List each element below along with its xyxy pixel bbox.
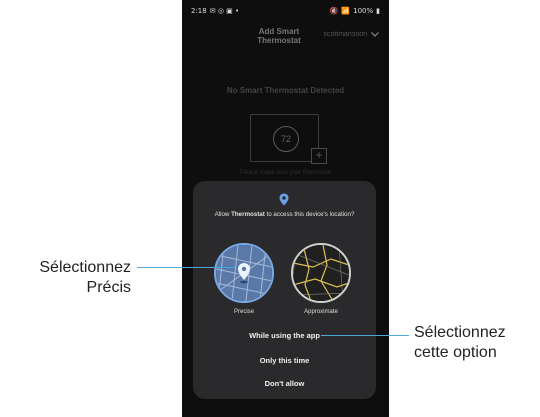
location-permission-dialog: Allow Thermostat to access this device's… <box>193 181 376 399</box>
annotation-precise: Sélectionnez Précis <box>39 259 131 296</box>
only-this-time-button[interactable]: Only this time <box>193 356 376 365</box>
annotation-while-using-line <box>321 335 409 336</box>
chevron-down-icon <box>371 32 379 37</box>
thermostat-illustration: 72 <box>250 114 319 162</box>
thermostat-dial: 72 <box>273 126 299 152</box>
annotation-precise-line <box>137 267 237 268</box>
page-title: Add Smart Thermostat <box>257 27 301 45</box>
phone-screen: 2:18 ✉ ◎ ▣ • 🔇 📶 100% ▮ Add Smart Thermo… <box>182 0 389 417</box>
account-name: scottmansoori <box>323 31 367 38</box>
approximate-map-icon <box>293 245 349 301</box>
battery-icon: ▮ <box>376 7 380 15</box>
notification-icons: ✉ ◎ ▣ • <box>209 7 240 15</box>
mute-icon: 🔇 <box>329 7 339 15</box>
status-bar: 2:18 ✉ ◎ ▣ • 🔇 📶 100% ▮ <box>182 0 389 22</box>
battery-level: 100% <box>353 7 374 15</box>
account-selector[interactable]: scottmansoori <box>323 31 379 38</box>
empty-state-hint: Please make sure your thermostat <box>239 170 332 176</box>
signal-icon: 📶 <box>341 7 351 15</box>
approximate-option[interactable] <box>291 243 351 303</box>
empty-state-title: No Smart Thermostat Detected <box>226 86 345 95</box>
status-time: 2:18 <box>191 7 207 15</box>
precise-map-icon <box>216 245 272 301</box>
annotation-while-using: Sélectionnez cette option <box>414 324 506 361</box>
precise-option[interactable] <box>214 243 274 303</box>
approximate-label: Approximate <box>304 309 338 315</box>
app-header: Add Smart Thermostat scottmansoori <box>182 27 389 49</box>
precise-label: Precise <box>233 309 254 315</box>
dont-allow-button[interactable]: Don't allow <box>193 379 376 388</box>
permission-question: Allow Thermostat to access this device's… <box>214 211 355 218</box>
location-pin-icon <box>279 193 289 206</box>
add-icon: + <box>311 148 327 164</box>
